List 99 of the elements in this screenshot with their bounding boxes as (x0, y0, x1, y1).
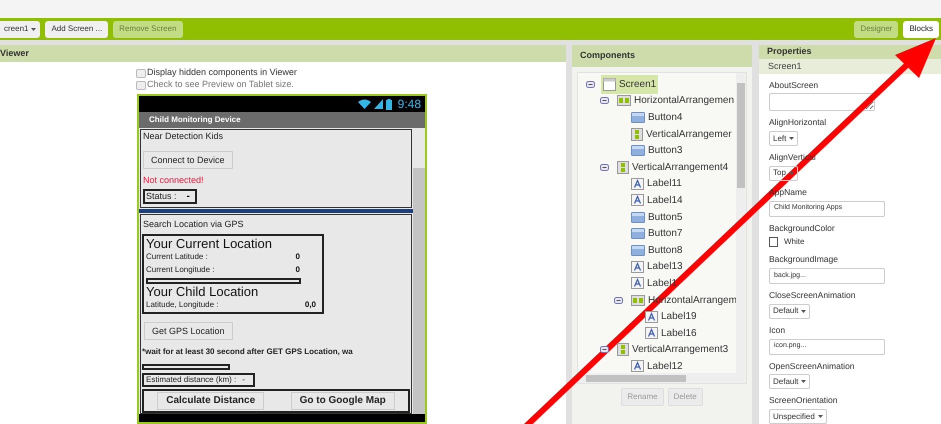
location-value: 0,0 (304, 299, 316, 311)
color-name: White (784, 236, 804, 248)
tree-item[interactable]: Screen1 (601, 74, 658, 94)
scrollbar[interactable] (736, 73, 746, 373)
property-name: AlignHorizontal (769, 116, 826, 129)
app-title: Child Monitoring Device (149, 114, 241, 126)
label-icon (631, 360, 644, 372)
wait-note: *wait for at least 30 second after GET GPS Location, wa (142, 346, 353, 358)
label-icon (645, 327, 658, 340)
collapse-icon[interactable] (586, 80, 595, 88)
checkbox[interactable] (136, 80, 146, 90)
tree-item[interactable]: VerticalArrangemer (629, 126, 734, 142)
property-dropdown[interactable]: Default (769, 374, 810, 390)
panel-title: Properties (767, 45, 812, 58)
caret-icon (801, 310, 806, 313)
vertical-arrangement-icon (617, 160, 629, 174)
caret-icon (818, 415, 823, 418)
location-label: Current Longitude : (146, 264, 214, 276)
screen-dropdown[interactable]: creen1 (0, 20, 40, 38)
property-dropdown[interactable]: Unspecified (769, 409, 827, 424)
status-label: Status : (146, 192, 177, 201)
caret-icon (789, 137, 794, 140)
panel-title: Viewer (0, 46, 29, 60)
button-icon (631, 112, 645, 123)
checkbox-label: Display hidden components in Viewer (147, 66, 297, 80)
wifi-icon (358, 99, 371, 109)
location-title: Your Current Location (146, 236, 273, 250)
distance-label: Estimated distance (km) : (146, 374, 236, 386)
phone-button[interactable]: Get GPS Location (144, 322, 233, 340)
vertical-arrangement-icon (617, 343, 629, 356)
label-icon (631, 194, 644, 206)
property-dropdown[interactable]: Top (769, 166, 798, 181)
location-title: Your Child Location (146, 284, 260, 298)
toolbar-button[interactable]: Add Screen ... (45, 20, 108, 38)
phone-button[interactable]: Connect to Device (143, 151, 233, 169)
about-screen-field[interactable] (769, 93, 875, 112)
screen-icon (603, 78, 616, 91)
panel-title: Components (580, 49, 635, 62)
button-icon (631, 244, 645, 256)
button-icon (631, 145, 645, 156)
label-icon (645, 310, 658, 323)
collapse-icon[interactable] (600, 164, 609, 171)
property-dropdown[interactable]: Default (769, 304, 810, 319)
caret-icon (31, 28, 36, 30)
property-name: CloseScreenAnimation (769, 289, 856, 302)
battery-icon (386, 98, 392, 110)
signal-icon (374, 99, 383, 109)
tree-item[interactable]: Button4 (629, 110, 684, 125)
property-name: BackgroundImage (769, 253, 838, 266)
location-label: Current Latitude : (146, 251, 208, 263)
tree-item[interactable]: Label19 (643, 309, 699, 324)
scrollbar[interactable] (578, 373, 746, 383)
color-swatch[interactable] (769, 237, 778, 248)
tree-item[interactable]: Label11 (629, 176, 684, 192)
caret-icon (801, 380, 806, 384)
phone-button[interactable]: Go to Google Map (290, 392, 395, 410)
button-icon (631, 212, 645, 223)
collapse-icon[interactable] (600, 97, 609, 104)
label-icon (631, 178, 644, 190)
tree-item[interactable]: Button7 (629, 226, 684, 242)
status-value: - (186, 192, 191, 202)
property-name: BackgroundColor (769, 222, 835, 234)
button-icon (631, 228, 645, 240)
location-value: 0 (296, 251, 300, 263)
property-name: Icon (769, 324, 786, 336)
phone-button[interactable]: Calculate Distance (157, 392, 264, 410)
mode-tab[interactable]: Blocks (903, 20, 939, 38)
checkbox-label: Check to see Preview on Tablet size. (147, 78, 294, 92)
property-name: ScreenOrientation (769, 394, 838, 407)
connection-status: Not connected! (143, 174, 204, 186)
tree-item[interactable]: VerticalArrangement4 (615, 160, 730, 175)
label-icon (631, 277, 644, 290)
component-name: Screen1 (768, 60, 802, 73)
distance-value: - (242, 374, 246, 386)
property-name: OpenScreenAnimation (769, 360, 855, 372)
tree-item[interactable]: Label16 (643, 326, 699, 341)
horizontal-arrangement-icon (631, 294, 645, 306)
tree-item[interactable]: Button5 (629, 210, 684, 225)
horizontal-arrangement-icon (617, 95, 631, 106)
tree-item[interactable]: Label13 (629, 259, 685, 274)
tree-item[interactable]: VerticalArrangement3 (615, 342, 730, 358)
location-label: Latitude, Longitude : (146, 299, 219, 311)
section-heading: Near Detection Kids (143, 130, 224, 143)
tree-item[interactable]: Button3 (629, 143, 684, 158)
collapse-icon[interactable] (600, 346, 609, 354)
property-name: AboutScreen (769, 78, 818, 92)
property-dropdown[interactable]: Left (769, 131, 798, 146)
caret-icon (788, 172, 794, 175)
label-icon (631, 260, 644, 273)
vertical-arrangement-icon (631, 128, 643, 141)
tree-item[interactable]: Label12 (629, 358, 685, 373)
checkbox[interactable] (136, 68, 146, 78)
location-value: 0 (296, 264, 300, 276)
tree-item[interactable]: Label14 (629, 192, 685, 208)
tree-item[interactable]: HorizontalArrangemen (615, 93, 736, 108)
tree-item[interactable]: Button8 (629, 242, 684, 258)
section-heading: Search Location via GPS (143, 218, 244, 231)
collapse-icon[interactable] (614, 296, 623, 304)
status-time: 9:48 (398, 98, 421, 110)
